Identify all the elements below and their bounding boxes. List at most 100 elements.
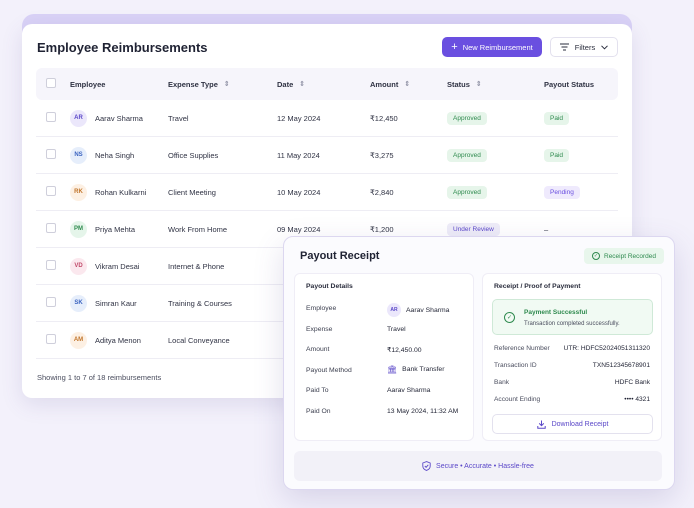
date-cell: 10 May 2024 bbox=[277, 187, 321, 197]
detail-value: ₹12,450.00 bbox=[387, 346, 422, 354]
proof-value: TXN512345678901 bbox=[592, 362, 650, 369]
proof-label: Transaction ID bbox=[494, 362, 537, 369]
employee-cell: AM Aditya Menon bbox=[70, 331, 168, 349]
plus-icon: + bbox=[451, 40, 458, 53]
avatar: AR bbox=[387, 303, 401, 317]
table-row[interactable]: AR Aarav Sharma Travel 12 May 2024 ₹12,4… bbox=[36, 100, 618, 137]
detail-value-text: ₹12,450.00 bbox=[387, 347, 422, 354]
sort-icon: ⇕ bbox=[299, 81, 306, 88]
expense-type-cell: Internet & Phone bbox=[168, 261, 225, 271]
column-date-label: Date bbox=[277, 79, 294, 89]
detail-value-text: Aarav Sharma bbox=[406, 306, 450, 314]
avatar: SK bbox=[70, 294, 87, 312]
employee-name: Aditya Menon bbox=[95, 335, 141, 345]
download-receipt-button[interactable]: Download Receipt bbox=[492, 414, 653, 434]
employee-name: Simran Kaur bbox=[95, 298, 137, 308]
detail-label: Payout Method bbox=[306, 366, 352, 374]
row-checkbox[interactable] bbox=[46, 334, 56, 344]
select-all-checkbox[interactable] bbox=[46, 78, 56, 88]
employee-name: Neha Singh bbox=[95, 150, 135, 160]
column-amount-label: Amount bbox=[370, 79, 399, 89]
row-checkbox[interactable] bbox=[46, 112, 56, 122]
avatar: VD bbox=[70, 257, 87, 275]
avatar: PM bbox=[70, 220, 87, 238]
row-checkbox[interactable] bbox=[46, 260, 56, 270]
detail-label: Expense bbox=[306, 325, 333, 333]
filter-icon bbox=[559, 43, 569, 51]
bank-icon: 🏛 bbox=[387, 364, 398, 374]
employee-name: Vikram Desai bbox=[95, 261, 140, 271]
amount-cell: ₹1,200 bbox=[370, 224, 394, 234]
expense-type-cell: Client Meeting bbox=[168, 187, 216, 197]
avatar: RK bbox=[70, 183, 87, 201]
proof-row: Account Ending •••• 4321 bbox=[494, 396, 650, 403]
payout-status-cell: Paid bbox=[544, 111, 618, 125]
column-employee[interactable]: Employee bbox=[70, 80, 168, 89]
column-status-label: Status bbox=[447, 79, 470, 89]
payout-receipt-modal: Payout Receipt ✓ Receipt Recorded Payout… bbox=[283, 236, 675, 490]
row-checkbox[interactable] bbox=[46, 297, 56, 307]
avatar: NS bbox=[70, 146, 87, 164]
shield-check-icon bbox=[422, 461, 431, 471]
filters-button[interactable]: Filters bbox=[550, 37, 618, 57]
proof-value: HDFC Bank bbox=[614, 379, 650, 386]
expense-type-cell: Travel bbox=[168, 113, 189, 123]
proof-row: Reference Number UTR: HDFC52024051311320 bbox=[494, 345, 650, 352]
column-date[interactable]: Date ⇕ bbox=[277, 80, 370, 89]
status-badge: Approved bbox=[447, 111, 487, 125]
detail-value: AR Aarav Sharma bbox=[387, 303, 449, 317]
payout-details-title: Payout Details bbox=[306, 283, 353, 290]
detail-value-text: 13 May 2024, 11:32 AM bbox=[387, 407, 459, 415]
detail-value: 13 May 2024, 11:32 AM bbox=[387, 408, 458, 415]
check-circle-icon: ✓ bbox=[592, 252, 600, 260]
row-checkbox[interactable] bbox=[46, 223, 56, 233]
status-cell: Approved bbox=[447, 185, 544, 199]
row-checkbox[interactable] bbox=[46, 149, 56, 159]
proof-row: Bank HDFC Bank bbox=[494, 379, 650, 386]
sort-icon: ⇕ bbox=[475, 81, 482, 88]
proof-row: Transaction ID TXN512345678901 bbox=[494, 362, 650, 369]
table-row[interactable]: NS Neha Singh Office Supplies 11 May 202… bbox=[36, 137, 618, 174]
employee-cell: NS Neha Singh bbox=[70, 146, 168, 164]
payout-status-cell: Pending bbox=[544, 185, 618, 199]
detail-value: Aarav Sharma bbox=[387, 387, 430, 394]
detail-label: Paid On bbox=[306, 407, 331, 415]
expense-type-cell: Training & Courses bbox=[168, 298, 232, 308]
sort-icon: ⇕ bbox=[404, 81, 411, 88]
proof-value: •••• 4321 bbox=[624, 396, 650, 403]
detail-label: Paid To bbox=[306, 387, 329, 394]
status-cell: Under Review bbox=[447, 222, 544, 236]
column-expense-type[interactable]: Expense Type ⇕ bbox=[168, 80, 277, 89]
employee-cell: SK Simran Kaur bbox=[70, 294, 168, 312]
new-reimbursement-label: New Reimbursement bbox=[462, 42, 533, 52]
payment-success-banner: ✓ Payment Successful Transaction complet… bbox=[492, 299, 653, 335]
column-payout-status[interactable]: Payout Status bbox=[544, 80, 618, 89]
column-status[interactable]: Status ⇕ bbox=[447, 80, 544, 89]
status-badge: Approved bbox=[447, 148, 487, 162]
receipt-title: Payout Receipt bbox=[300, 250, 380, 262]
date-cell: 11 May 2024 bbox=[277, 150, 320, 160]
proof-label: Reference Number bbox=[494, 345, 550, 352]
receipt-recorded-badge: ✓ Receipt Recorded bbox=[584, 248, 665, 264]
receipt-recorded-label: Receipt Recorded bbox=[604, 252, 657, 260]
status-badge: Approved bbox=[447, 185, 487, 199]
payout-details-panel: Payout Details Employee AR Aarav Sharma Exp… bbox=[294, 273, 474, 441]
expense-type-cell: Office Supplies bbox=[168, 150, 219, 160]
table-row[interactable]: RK Rohan Kulkarni Client Meeting 10 May … bbox=[36, 174, 618, 211]
page-title: Employee Reimbursements bbox=[37, 40, 208, 55]
employee-cell: AR Aarav Sharma bbox=[70, 109, 168, 127]
check-circle-icon: ✓ bbox=[504, 312, 515, 323]
employee-name: Aarav Sharma bbox=[95, 113, 143, 123]
payout-status-cell: – bbox=[544, 225, 618, 234]
amount-cell: ₹2,840 bbox=[370, 187, 394, 197]
employee-cell: VD Vikram Desai bbox=[70, 257, 168, 275]
expense-type-cell: Local Conveyance bbox=[168, 335, 230, 345]
row-checkbox[interactable] bbox=[46, 186, 56, 196]
table-header: Employee Expense Type ⇕ Date ⇕ Amount ⇕ Sta… bbox=[36, 68, 618, 100]
avatar: AM bbox=[70, 331, 87, 349]
employee-name: Priya Mehta bbox=[95, 224, 136, 234]
proof-label: Bank bbox=[494, 379, 510, 386]
new-reimbursement-button[interactable]: + New Reimbursement bbox=[442, 37, 542, 57]
column-amount[interactable]: Amount ⇕ bbox=[370, 80, 447, 89]
chevron-down-icon bbox=[601, 44, 609, 50]
